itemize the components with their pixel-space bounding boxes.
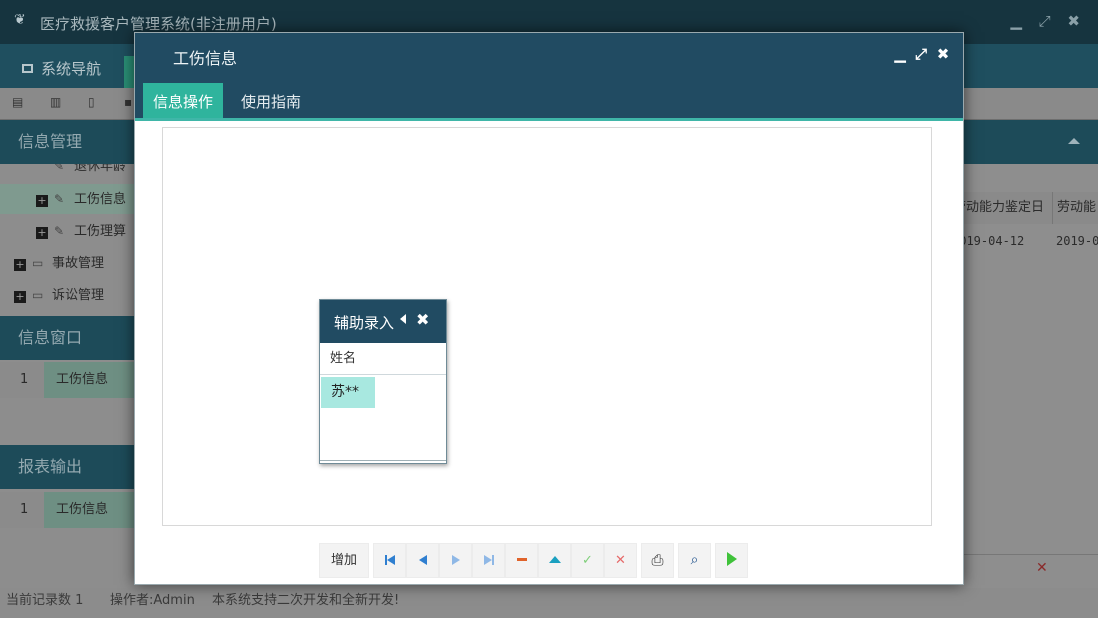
report-row[interactable]: 1 工伤信息 bbox=[0, 492, 136, 528]
tool-icon: ✎ bbox=[54, 224, 65, 238]
tab-system-nav[interactable]: 系统导航 bbox=[12, 54, 111, 88]
cancel-button[interactable]: ✕ bbox=[604, 543, 637, 578]
print-icon: ⎙ bbox=[651, 551, 664, 569]
edit-button[interactable] bbox=[538, 543, 571, 578]
preview-icon: ⌕ bbox=[690, 552, 699, 568]
folder-icon: ▭ bbox=[32, 288, 44, 302]
tree-item-label: 工伤信息 bbox=[74, 192, 127, 207]
cell-value: 2019-04-12 bbox=[962, 234, 1025, 248]
last-record-button[interactable] bbox=[472, 543, 505, 578]
next-record-button[interactable] bbox=[439, 543, 472, 578]
delete-button[interactable] bbox=[505, 543, 538, 578]
row-number: 1 bbox=[20, 372, 29, 387]
tool-icon: ✎ bbox=[54, 192, 65, 206]
confirm-icon: ✓ bbox=[582, 553, 593, 568]
tree-item-injury-info[interactable]: + ✎ 工伤信息 bbox=[0, 184, 136, 214]
cell-value: 2019-0 bbox=[1056, 234, 1098, 248]
last-icon bbox=[483, 553, 494, 568]
list-item[interactable]: 苏** bbox=[321, 377, 375, 408]
close-icon[interactable]: ✕ bbox=[1036, 560, 1048, 576]
confirm-button[interactable]: ✓ bbox=[571, 543, 604, 578]
left-panel: 信息管理 ✎ 退休年龄 + ✎ 工伤信息 + ✎ 工伤理算 + ▭ 事故管理 + ▭ 诉讼管理 信… bbox=[0, 120, 136, 588]
tree-item-label: 事故管理 bbox=[52, 256, 105, 271]
info-mgmt-header[interactable]: 信息管理 bbox=[0, 120, 136, 164]
tab-user-guide[interactable]: 使用指南 bbox=[231, 83, 311, 118]
expand-icon[interactable]: + bbox=[14, 259, 26, 271]
name-column-header[interactable]: 姓名 bbox=[320, 343, 446, 375]
status-message: 本系统支持二次开发和全新开发! bbox=[212, 593, 400, 608]
info-window-row[interactable]: 1 工伤信息 bbox=[0, 362, 136, 398]
run-icon bbox=[726, 552, 737, 566]
grid-cell[interactable]: 2019-04-12 bbox=[962, 226, 1052, 256]
app-logo-icon: ❦ bbox=[14, 12, 26, 28]
expand-icon[interactable]: + bbox=[14, 291, 26, 303]
status-bar: 当前记录数 1 操作者:Admin 本系统支持二次开发和全新开发! bbox=[0, 588, 1098, 618]
dialog-titlebar[interactable]: 工伤信息 ▁ ⤢ ✖ bbox=[135, 33, 963, 77]
row-number: 1 bbox=[20, 502, 29, 517]
injury-info-dialog: 工伤信息 ▁ ⤢ ✖ 信息操作 使用指南 辅助录入 ✖ 姓名 苏** 增加 ✓ … bbox=[134, 32, 964, 585]
maximize-icon[interactable]: ⤢ bbox=[912, 45, 930, 63]
search-doc-icon[interactable]: ▤ bbox=[12, 95, 28, 111]
tree-item-label: 工伤理算 bbox=[74, 224, 127, 239]
up-icon bbox=[548, 556, 561, 563]
report-header[interactable]: 报表输出 bbox=[0, 445, 136, 489]
prev-icon bbox=[418, 555, 427, 565]
tree-item-label: 诉讼管理 bbox=[52, 288, 105, 303]
dialog-tabbar: 信息操作 使用指南 bbox=[135, 77, 963, 121]
operator-label: 操作者:Admin bbox=[110, 593, 195, 608]
grid-column-header[interactable]: 劳动能 bbox=[1052, 192, 1098, 224]
run-button[interactable] bbox=[715, 543, 748, 578]
grid-column-header[interactable]: 劳动能力鉴定日 bbox=[962, 192, 1052, 224]
close-icon[interactable]: ✖ bbox=[934, 45, 952, 63]
close-icon[interactable]: ✖ bbox=[416, 310, 429, 329]
grid-cell[interactable]: 2019-0 bbox=[1056, 226, 1098, 256]
expand-icon[interactable]: + bbox=[36, 227, 48, 239]
row-label: 工伤信息 bbox=[44, 492, 136, 528]
content-frame bbox=[162, 127, 932, 526]
collapse-left-icon[interactable] bbox=[400, 314, 406, 324]
tab-info-operation[interactable]: 信息操作 bbox=[143, 83, 224, 118]
next-icon bbox=[451, 555, 460, 565]
column-label: 劳动能力鉴定日 bbox=[962, 200, 1045, 215]
minimize-icon[interactable]: ▁ bbox=[891, 45, 909, 63]
collapse-up-icon[interactable] bbox=[1068, 138, 1080, 144]
first-icon bbox=[384, 553, 395, 568]
document-icon[interactable]: ▯ bbox=[88, 95, 104, 111]
info-window-header[interactable]: 信息窗口 bbox=[0, 316, 136, 360]
tab-active-indicator[interactable] bbox=[124, 56, 134, 88]
assist-divider bbox=[320, 460, 446, 461]
app-title: 医疗救援客户管理系统(非注册用户) bbox=[40, 15, 277, 33]
assist-entry-popup: 辅助录入 ✖ 姓名 苏** bbox=[319, 299, 447, 464]
preview-button[interactable]: ⌕ bbox=[678, 543, 711, 578]
delete-icon bbox=[516, 558, 527, 561]
cancel-icon: ✕ bbox=[615, 553, 626, 568]
assist-header[interactable]: 辅助录入 ✖ bbox=[320, 300, 446, 343]
column-label: 劳动能 bbox=[1057, 200, 1097, 215]
tree-item-lawsuit-mgmt[interactable]: + ▭ 诉讼管理 bbox=[0, 280, 136, 310]
folder-icon: ▭ bbox=[32, 256, 44, 270]
tree-item-label: 退休年龄 bbox=[74, 164, 127, 174]
tab-system-nav-label: 系统导航 bbox=[41, 60, 102, 78]
list-icon[interactable]: ▥ bbox=[50, 95, 66, 111]
prev-record-button[interactable] bbox=[406, 543, 439, 578]
tool-icon: ✎ bbox=[54, 164, 65, 173]
app-window-controls[interactable]: ▁ ⤢ ✖ bbox=[1010, 12, 1086, 30]
tree-item-accident-mgmt[interactable]: + ▭ 事故管理 bbox=[0, 248, 136, 278]
print-button[interactable]: ⎙ bbox=[641, 543, 674, 578]
row-label: 工伤信息 bbox=[44, 362, 136, 398]
first-record-button[interactable] bbox=[373, 543, 406, 578]
window-icon bbox=[22, 64, 33, 73]
add-button[interactable]: 增加 bbox=[319, 543, 369, 578]
tree-item-retire-age[interactable]: ✎ 退休年龄 bbox=[0, 164, 136, 178]
record-count: 当前记录数 1 bbox=[6, 593, 84, 608]
grid-divider bbox=[964, 554, 1098, 555]
expand-icon[interactable]: + bbox=[36, 195, 48, 207]
assist-title: 辅助录入 bbox=[334, 314, 395, 332]
dialog-title: 工伤信息 bbox=[173, 49, 238, 68]
tree-item-injury-calc[interactable]: + ✎ 工伤理算 bbox=[0, 216, 136, 246]
